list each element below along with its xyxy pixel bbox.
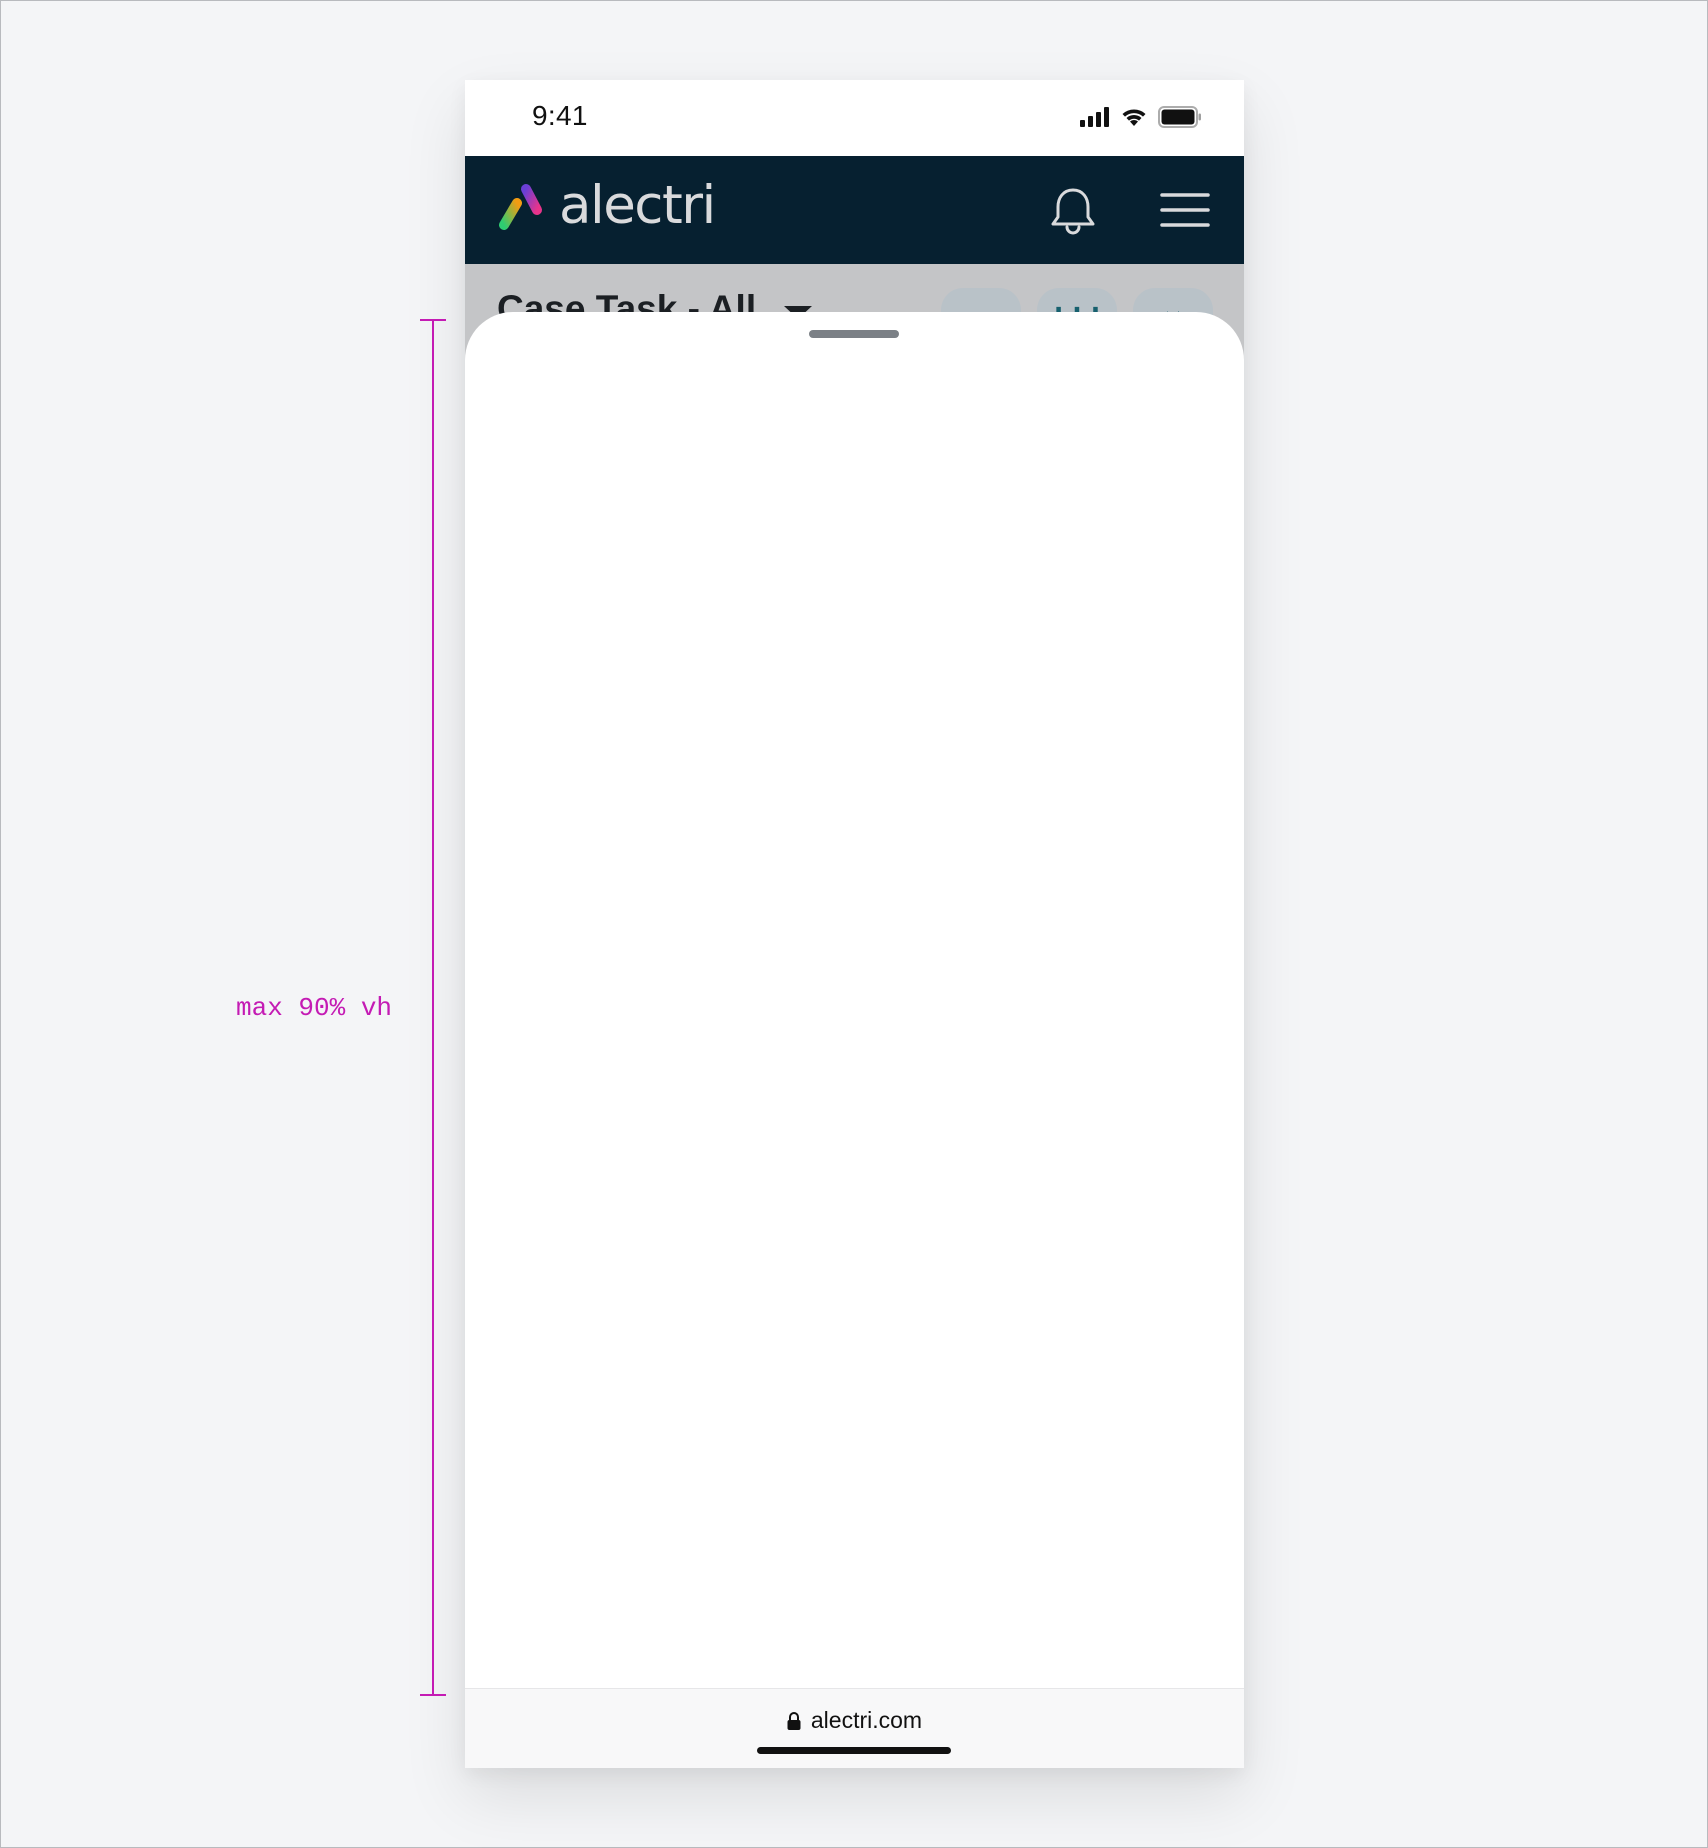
app-header: alectri — [465, 156, 1244, 264]
status-bar: 9:41 — [465, 80, 1244, 156]
drag-handle[interactable] — [809, 330, 899, 338]
status-time: 9:41 — [532, 100, 588, 131]
brand-logo[interactable]: alectri — [495, 174, 716, 236]
wifi-icon — [1122, 109, 1146, 126]
height-measure-line — [432, 320, 434, 1696]
phone-frame: 9:41 alectri Case Task - All alectri.com — [465, 80, 1244, 1768]
bottom-sheet — [465, 312, 1244, 1692]
bell-icon[interactable] — [1048, 186, 1098, 236]
browser-address-bar: alectri.com — [465, 1688, 1244, 1768]
url-text: alectri.com — [810, 1707, 923, 1733]
status-icons — [1080, 106, 1202, 128]
measure-cap-bottom — [420, 1694, 446, 1696]
brand-name: alectri — [559, 174, 716, 236]
hamburger-menu-icon[interactable] — [1160, 190, 1210, 230]
measure-cap-top — [420, 319, 446, 321]
alectri-logo-icon — [499, 184, 548, 230]
signal-icon — [1080, 107, 1109, 127]
height-measure-label: max 90% vh — [236, 993, 393, 1023]
home-indicator[interactable] — [757, 1747, 951, 1754]
battery-icon — [1158, 106, 1201, 128]
lock-icon — [787, 1711, 801, 1730]
url-bar[interactable]: alectri.com — [465, 1707, 1244, 1734]
